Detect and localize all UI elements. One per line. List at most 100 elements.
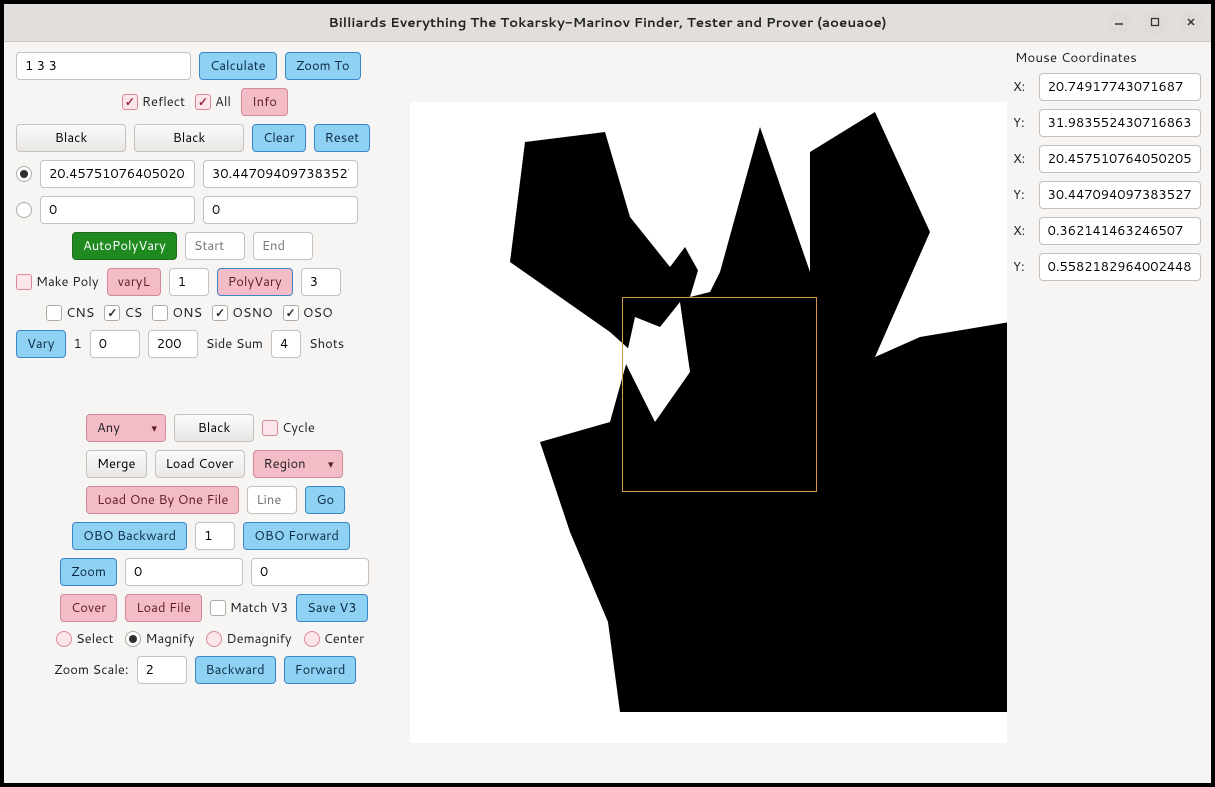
- polyvary-button[interactable]: PolyVary: [217, 268, 293, 296]
- y2-input[interactable]: [203, 196, 358, 224]
- zoom-row: Zoom: [16, 558, 388, 586]
- varyl-input[interactable]: [169, 268, 209, 296]
- select-label: Select: [76, 630, 113, 648]
- maximize-button[interactable]: [1143, 10, 1167, 34]
- cover-row: Cover Load File Match V3 Save V3: [16, 594, 388, 622]
- merge-row: Merge Load Cover Region: [16, 450, 388, 478]
- clear-button[interactable]: Clear: [252, 124, 306, 152]
- black2-button[interactable]: Black: [134, 124, 244, 152]
- reset-button[interactable]: Reset: [314, 124, 371, 152]
- varyl-button[interactable]: varyL: [107, 268, 161, 296]
- coord-row-1: [16, 160, 388, 188]
- minimize-button[interactable]: [1107, 10, 1131, 34]
- cycle-label: Cycle: [282, 419, 315, 437]
- mouse-y3[interactable]: [1039, 253, 1201, 281]
- load-cover-button[interactable]: Load Cover: [155, 450, 245, 478]
- cns-label: CNS: [66, 304, 94, 322]
- minimize-icon: [1114, 17, 1124, 27]
- close-button[interactable]: [1179, 10, 1203, 34]
- cover-button[interactable]: Cover: [60, 594, 117, 622]
- info-button[interactable]: Info: [241, 88, 288, 116]
- mouse-x3[interactable]: [1039, 217, 1201, 245]
- app-window: Billiards Everything The Tokarsky-Marino…: [0, 0, 1215, 787]
- zoom-button[interactable]: Zoom: [60, 558, 117, 586]
- x-label-3: X:: [1013, 222, 1033, 240]
- oso-label: OSO: [303, 304, 333, 322]
- x2-input[interactable]: [40, 196, 195, 224]
- y1-input[interactable]: [203, 160, 358, 188]
- make-poly-label: Make Poly: [36, 273, 99, 291]
- demagnify-radio[interactable]: Demagnify: [206, 630, 291, 648]
- left-panel: Calculate Zoom To Reflect All Info Black…: [4, 42, 400, 783]
- any-select[interactable]: Any: [86, 414, 166, 442]
- zoom-x-input[interactable]: [125, 558, 243, 586]
- center-radio[interactable]: Center: [304, 630, 365, 648]
- load-file-button[interactable]: Load File: [125, 594, 202, 622]
- mouse-x1[interactable]: [1039, 73, 1201, 101]
- content-area: Calculate Zoom To Reflect All Info Black…: [4, 42, 1211, 783]
- cns-checkbox[interactable]: CNS: [46, 304, 94, 322]
- polyvary-row: Make Poly varyL PolyVary: [16, 268, 388, 296]
- window-title: Billiards Everything The Tokarsky-Marino…: [328, 13, 886, 32]
- go-button[interactable]: Go: [305, 486, 345, 514]
- vary-high-input[interactable]: [148, 330, 198, 358]
- zoom-scale-input[interactable]: [137, 656, 187, 684]
- vary-low-input[interactable]: [90, 330, 140, 358]
- vary-button[interactable]: Vary: [16, 330, 66, 358]
- load-obo-file-button[interactable]: Load One By One File: [86, 486, 239, 514]
- autopoly-row: AutoPolyVary: [16, 232, 388, 260]
- magnify-radio[interactable]: Magnify: [125, 630, 194, 648]
- x1-input[interactable]: [40, 160, 195, 188]
- region-select-label: Region: [264, 455, 306, 473]
- demagnify-label: Demagnify: [226, 630, 291, 648]
- obo-forward-button[interactable]: OBO Forward: [243, 522, 350, 550]
- zoom-y-input[interactable]: [251, 558, 369, 586]
- toolbar-row: Calculate Zoom To: [16, 52, 388, 80]
- obo-file-row: Load One By One File Go: [16, 486, 388, 514]
- match-v3-checkbox[interactable]: Match V3: [210, 599, 288, 617]
- autopolyvary-button[interactable]: AutoPolyVary: [72, 232, 177, 260]
- calculate-button[interactable]: Calculate: [199, 52, 277, 80]
- coord1-radio[interactable]: [16, 166, 32, 182]
- merge-button[interactable]: Merge: [86, 450, 147, 478]
- osno-checkbox[interactable]: OSNO: [212, 304, 273, 322]
- black1-button[interactable]: Black: [16, 124, 126, 152]
- save-v3-button[interactable]: Save V3: [296, 594, 367, 622]
- polyvary-input[interactable]: [301, 268, 341, 296]
- titlebar: Billiards Everything The Tokarsky-Marino…: [4, 4, 1211, 42]
- region-select[interactable]: Region: [253, 450, 343, 478]
- ons-checkbox[interactable]: ONS: [152, 304, 202, 322]
- osno-label: OSNO: [232, 304, 273, 322]
- oso-checkbox[interactable]: OSO: [283, 304, 333, 322]
- sequence-input[interactable]: [16, 52, 191, 80]
- black3-button[interactable]: Black: [174, 414, 254, 442]
- zoom-to-button[interactable]: Zoom To: [285, 52, 361, 80]
- forward-button[interactable]: Forward: [284, 656, 357, 684]
- end-input[interactable]: [253, 232, 313, 260]
- cycle-checkbox[interactable]: Cycle: [262, 419, 315, 437]
- side-sum-input[interactable]: [271, 330, 301, 358]
- window-controls: [1107, 10, 1203, 34]
- start-input[interactable]: [185, 232, 245, 260]
- line-input[interactable]: [247, 486, 297, 514]
- ons-label: ONS: [172, 304, 202, 322]
- mouse-x2[interactable]: [1039, 145, 1201, 173]
- reflect-checkbox[interactable]: Reflect: [122, 93, 185, 111]
- make-poly-checkbox[interactable]: Make Poly: [16, 273, 99, 291]
- cs-checkbox[interactable]: CS: [104, 304, 142, 322]
- y-label-2: Y:: [1013, 186, 1033, 204]
- zoom-scale-label: Zoom Scale:: [54, 661, 129, 679]
- mouse-y1[interactable]: [1039, 109, 1201, 137]
- options-row: Reflect All Info: [16, 88, 388, 116]
- obo-index-input[interactable]: [195, 522, 235, 550]
- vary-one-label: 1: [74, 335, 82, 353]
- select-radio[interactable]: Select: [56, 630, 113, 648]
- canvas[interactable]: [410, 102, 1007, 743]
- backward-button[interactable]: Backward: [195, 656, 276, 684]
- obo-backward-button[interactable]: OBO Backward: [72, 522, 187, 550]
- vary-row: Vary 1 Side Sum Shots: [16, 330, 388, 358]
- right-panel: Mouse Coordinates X: Y: X: Y: X: Y:: [1007, 42, 1211, 783]
- coord2-radio[interactable]: [16, 202, 32, 218]
- mouse-y2[interactable]: [1039, 181, 1201, 209]
- all-checkbox[interactable]: All: [195, 93, 231, 111]
